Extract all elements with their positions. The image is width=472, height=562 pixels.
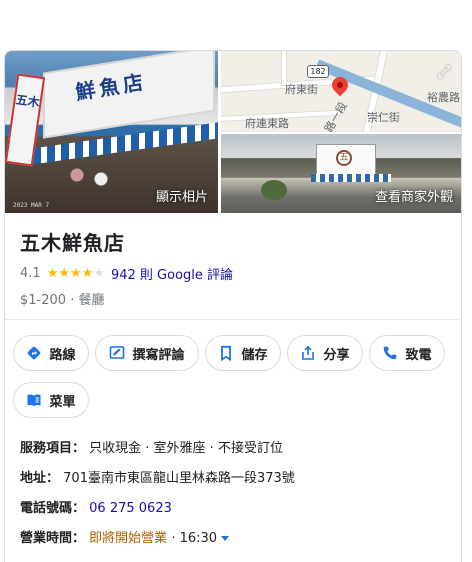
address-label: 地址： xyxy=(20,471,60,486)
star-icon: ★ xyxy=(81,266,94,281)
directions-button[interactable]: 路線 xyxy=(13,335,89,371)
map-thumbnail[interactable]: 府東街 府連東路 崇仁街 裕農路 路一段 182 ⤢ xyxy=(221,51,461,132)
reviews-link[interactable]: 942 則 Google 評論 xyxy=(111,264,233,283)
rating-value: 4.1 xyxy=(20,266,41,281)
price-range: $1-200 xyxy=(20,293,67,308)
photo-strip: 鮮魚店 五木 2023 MAR 7 顯示相片 府東街 府連東路 崇仁街 裕農路 … xyxy=(5,51,461,213)
address-value[interactable]: 701臺南市東區龍山里林森路一段373號 xyxy=(63,471,295,486)
write-review-button[interactable]: 撰寫評論 xyxy=(95,335,199,371)
photo-date-stamp: 2023 MAR 7 xyxy=(13,202,50,209)
hours-row: 營業時間： 即將開始營業 · 16:30 xyxy=(20,527,230,546)
map-street-label: 府連東路 xyxy=(245,117,289,130)
rating-row: 4.1 ★★★★★ 942 則 Google 評論 xyxy=(20,264,233,283)
address-row: 地址： 701臺南市東區龍山里林森路一段373號 xyxy=(20,467,295,486)
write-review-label: 撰寫評論 xyxy=(132,347,185,363)
directions-icon xyxy=(26,345,42,361)
map-street-label: 崇仁街 xyxy=(367,111,400,124)
menu-label: 菜單 xyxy=(49,394,76,410)
call-label: 致電 xyxy=(405,347,432,363)
street-view-caption[interactable]: 查看商家外觀 xyxy=(375,186,453,205)
chevron-down-icon[interactable] xyxy=(221,536,230,541)
star-icon: ★ xyxy=(58,266,70,281)
route-shield: 182 xyxy=(307,65,329,78)
phone-link[interactable]: 06 275 0623 xyxy=(89,501,172,516)
star-rating: ★★★★★ xyxy=(47,266,105,281)
street-logo: 五 xyxy=(336,150,352,166)
show-photos-caption[interactable]: 顯示相片 xyxy=(156,186,208,205)
divider xyxy=(5,319,461,320)
storefront-photo[interactable]: 鮮魚店 五木 2023 MAR 7 顯示相片 xyxy=(5,51,218,213)
directions-label: 路線 xyxy=(49,347,76,363)
hours-label: 營業時間： xyxy=(20,531,86,546)
expand-map-icon[interactable]: ⤢ xyxy=(431,59,457,85)
share-label: 分享 xyxy=(323,347,350,363)
share-button[interactable]: 分享 xyxy=(287,335,363,371)
place-name: 五木鮮魚店 xyxy=(20,231,125,255)
star-empty-icon: ★ xyxy=(93,266,105,281)
street-awning xyxy=(311,174,391,182)
phone-label: 電話號碼： xyxy=(20,501,86,516)
map-street-label: 府東街 xyxy=(285,83,318,96)
phone-row: 電話號碼： 06 275 0623 xyxy=(20,497,172,516)
dot-separator: · xyxy=(171,531,176,546)
vertical-sign-text: 五木 xyxy=(14,92,41,110)
street-view-thumbnail[interactable]: 五 查看商家外觀 xyxy=(221,134,461,213)
call-button[interactable]: 致電 xyxy=(369,335,445,371)
bookmark-icon xyxy=(218,345,234,361)
hours-time[interactable]: 16:30 xyxy=(180,531,217,546)
hours-status: 即將開始營業 xyxy=(89,531,168,546)
category: 餐廳 xyxy=(78,293,105,308)
menu-button[interactable]: 菜單 xyxy=(13,382,89,418)
people-figures xyxy=(65,163,125,203)
write-review-icon xyxy=(109,345,125,361)
services-row: 服務項目： 只收現金 · 室外雅座 · 不接受訂位 xyxy=(20,437,283,456)
price-category-row: $1-200 · 餐廳 xyxy=(20,289,104,308)
services-label: 服務項目： xyxy=(20,441,86,456)
star-icon: ★ xyxy=(46,266,59,281)
star-icon: ★ xyxy=(70,266,82,281)
services-value: 只收現金 · 室外雅座 · 不接受訂位 xyxy=(89,441,283,456)
map-street-label: 裕農路 xyxy=(427,91,460,104)
save-button[interactable]: 儲存 xyxy=(205,335,281,371)
menu-book-icon xyxy=(26,392,42,408)
phone-icon xyxy=(382,345,398,361)
save-label: 儲存 xyxy=(241,347,268,363)
business-panel: 鮮魚店 五木 2023 MAR 7 顯示相片 府東街 府連東路 崇仁街 裕農路 … xyxy=(4,50,462,562)
street-tree xyxy=(261,180,287,200)
share-icon xyxy=(300,345,316,361)
dot-separator: · xyxy=(70,293,75,308)
